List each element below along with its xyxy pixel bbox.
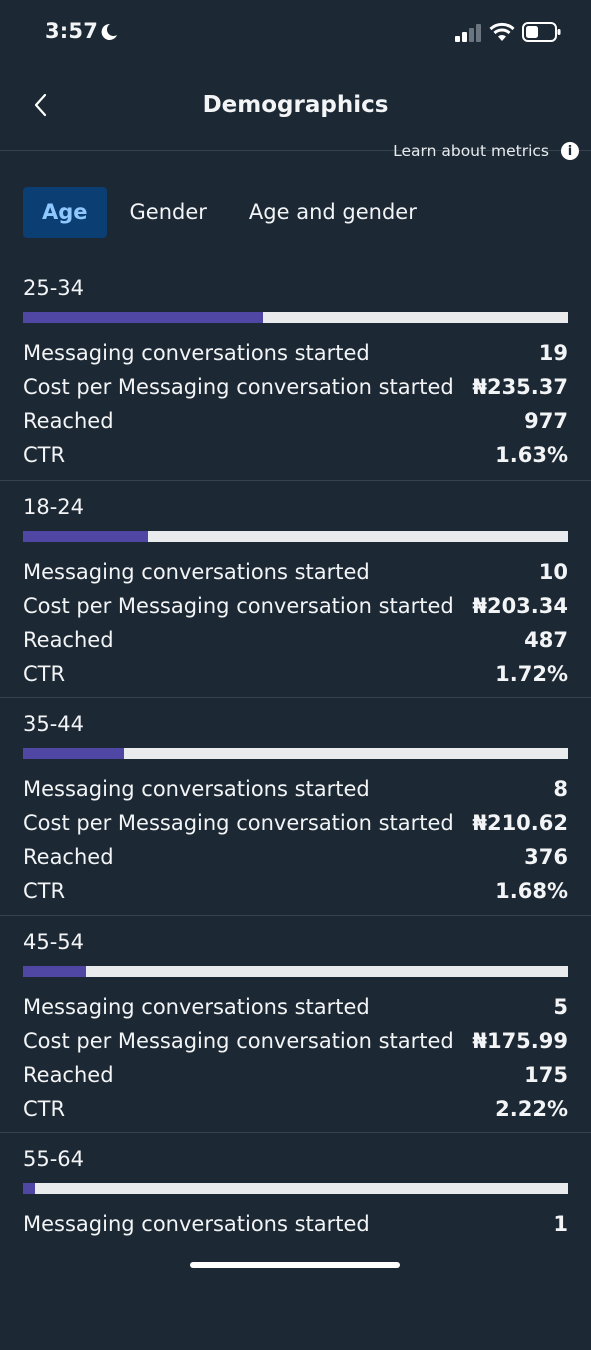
metric-row: Messaging conversations started 1 bbox=[23, 1207, 568, 1241]
metric-row: CTR 1.68% bbox=[23, 874, 568, 908]
tab-gender[interactable]: Gender bbox=[111, 187, 226, 238]
battery-icon bbox=[522, 22, 561, 42]
info-icon: i bbox=[561, 142, 579, 160]
share-bar-track bbox=[23, 748, 568, 759]
tabs: Age Gender Age and gender bbox=[23, 187, 440, 238]
metric-value: 487 bbox=[524, 627, 568, 652]
learn-about-metrics-link[interactable]: Learn about metrics i bbox=[393, 142, 579, 160]
share-bar-track bbox=[23, 965, 568, 977]
share-bar-track bbox=[23, 530, 568, 542]
metric-label: Messaging conversations started bbox=[23, 559, 370, 584]
share-bar-fill bbox=[23, 965, 86, 977]
metric-row: Cost per Messaging conversation started ₦… bbox=[23, 1024, 568, 1058]
share-bar-fill bbox=[23, 1183, 35, 1194]
age-group-section: 35-44 Messaging conversations started 8 Cos… bbox=[0, 697, 591, 915]
metric-value: 977 bbox=[524, 409, 568, 433]
metric-label: Messaging conversations started bbox=[23, 341, 370, 365]
metric-value: 5 bbox=[553, 994, 568, 1019]
metric-row: Reached 487 bbox=[23, 623, 568, 657]
metric-row: CTR 2.22% bbox=[23, 1092, 568, 1126]
age-group-label: 25-34 bbox=[23, 276, 85, 300]
metric-value: 10 bbox=[538, 559, 568, 584]
metric-row: Reached 977 bbox=[23, 404, 568, 438]
tab-age[interactable]: Age bbox=[23, 187, 107, 238]
metric-row: Cost per Messaging conversation started ₦… bbox=[23, 370, 568, 404]
share-bar-fill bbox=[23, 312, 263, 323]
home-indicator[interactable] bbox=[190, 1262, 400, 1268]
metric-label: Messaging conversations started bbox=[23, 1212, 370, 1236]
cellular-signal-icon bbox=[455, 24, 481, 42]
metric-row: Cost per Messaging conversation started ₦… bbox=[23, 806, 568, 840]
wifi-icon bbox=[489, 22, 515, 41]
metric-label: CTR bbox=[23, 443, 66, 467]
tab-age-and-gender[interactable]: Age and gender bbox=[230, 187, 436, 238]
metric-value: ₦235.37 bbox=[472, 375, 568, 399]
metric-value: 2.22% bbox=[495, 1096, 568, 1121]
metric-value: 19 bbox=[538, 341, 568, 365]
share-bar-track bbox=[23, 312, 568, 323]
metric-label: Reached bbox=[23, 1062, 114, 1087]
metric-label: Messaging conversations started bbox=[23, 777, 370, 801]
share-bar-fill bbox=[23, 748, 124, 759]
metric-value: 1.72% bbox=[495, 661, 568, 686]
metric-label: Reached bbox=[23, 627, 114, 652]
metric-row: Reached 376 bbox=[23, 840, 568, 874]
metric-row: CTR 1.72% bbox=[23, 657, 568, 691]
metric-row: CTR 1.63% bbox=[23, 438, 568, 472]
status-time: 3:57 bbox=[45, 19, 99, 43]
metric-value: ₦203.34 bbox=[472, 593, 568, 618]
metric-label: CTR bbox=[23, 1096, 66, 1121]
metric-row: Messaging conversations started 10 bbox=[23, 555, 568, 589]
status-bar: 3:57 bbox=[0, 0, 591, 66]
metric-row: Messaging conversations started 5 bbox=[23, 990, 568, 1024]
metric-label: Cost per Messaging conversation started bbox=[23, 593, 454, 618]
metric-value: 175 bbox=[524, 1062, 568, 1087]
metric-value: ₦210.62 bbox=[472, 811, 568, 835]
age-group-section: 45-54 Messaging conversations started 5 Cos… bbox=[0, 914, 591, 1133]
metric-value: ₦175.99 bbox=[472, 1028, 568, 1053]
age-group-section: 55-64 Messaging conversations started 1 bbox=[0, 1132, 591, 1350]
age-group-section: 18-24 Messaging conversations started 10 Co… bbox=[0, 479, 591, 698]
metric-row: Messaging conversations started 8 bbox=[23, 772, 568, 806]
metric-label: Reached bbox=[23, 845, 114, 869]
metric-value: 8 bbox=[553, 777, 568, 801]
age-groups-list: 25-34 Messaging conversations started 19 Co… bbox=[0, 262, 591, 1350]
metric-row: Cost per Messaging conversation started ₦… bbox=[23, 589, 568, 623]
metric-label: Cost per Messaging conversation started bbox=[23, 1028, 454, 1053]
metric-value: 376 bbox=[524, 845, 568, 869]
share-bar-fill bbox=[23, 530, 149, 542]
age-group-label: 45-54 bbox=[23, 929, 85, 954]
age-group-section: 25-34 Messaging conversations started 19 Co… bbox=[0, 262, 591, 480]
age-group-label: 18-24 bbox=[23, 494, 85, 519]
age-group-label: 55-64 bbox=[23, 1147, 85, 1171]
header: Demographics bbox=[0, 66, 591, 151]
age-group-label: 35-44 bbox=[23, 712, 85, 736]
metric-row: Reached 175 bbox=[23, 1058, 568, 1092]
metric-label: Reached bbox=[23, 409, 114, 433]
metric-value: 1 bbox=[553, 1212, 568, 1236]
metric-label: CTR bbox=[23, 879, 66, 903]
metric-row: Messaging conversations started 19 bbox=[23, 336, 568, 370]
metric-label: Cost per Messaging conversation started bbox=[23, 811, 454, 835]
metric-value: 1.68% bbox=[495, 879, 568, 903]
metric-label: Messaging conversations started bbox=[23, 994, 370, 1019]
page-title: Demographics bbox=[202, 92, 389, 118]
metric-label: Cost per Messaging conversation started bbox=[23, 375, 454, 399]
learn-about-metrics-label: Learn about metrics bbox=[393, 142, 549, 160]
moon-icon bbox=[101, 23, 117, 40]
metric-label: CTR bbox=[23, 661, 66, 686]
metric-value: 1.63% bbox=[495, 443, 568, 467]
share-bar-track bbox=[23, 1183, 568, 1194]
